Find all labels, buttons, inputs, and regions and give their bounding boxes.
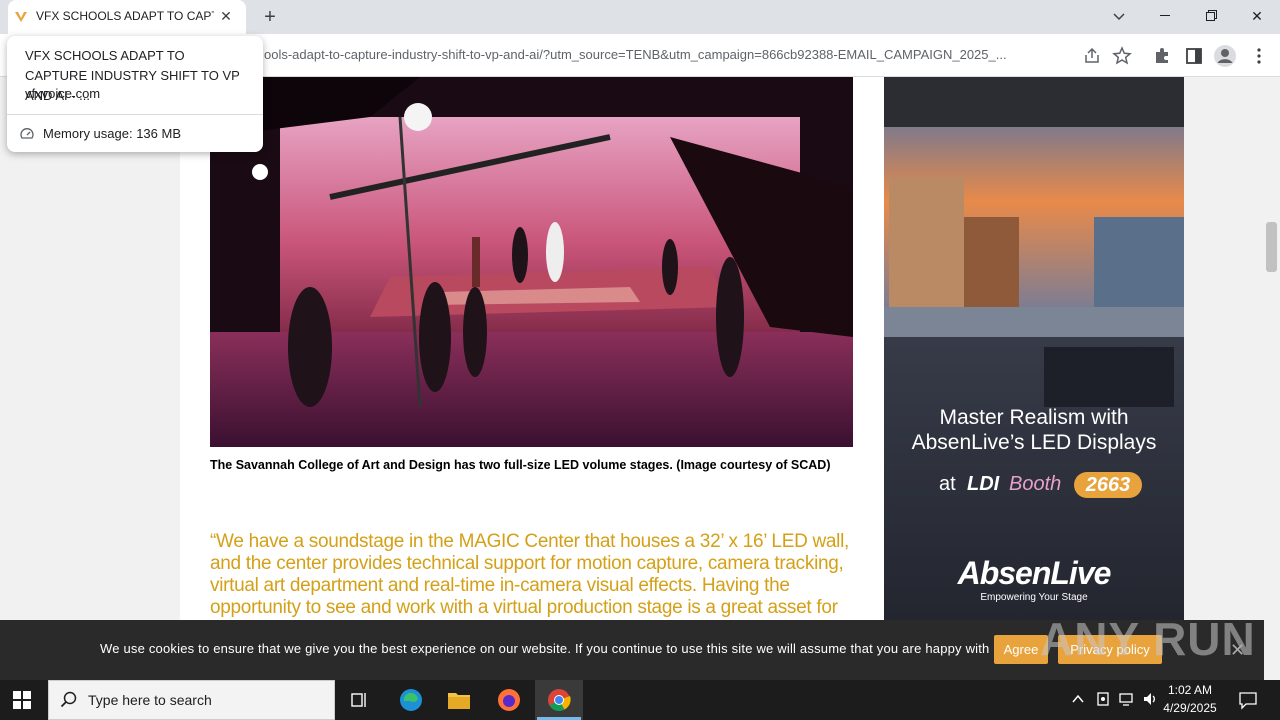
bookmark-star-icon[interactable] (1110, 44, 1134, 68)
search-icon (60, 691, 78, 709)
scrollbar-thumb[interactable] (1266, 222, 1277, 272)
minimize-button[interactable] (1142, 0, 1188, 32)
photo-caption: The Savannah College of Art and Design h… (210, 458, 831, 472)
address-bar[interactable]: ools-adapt-to-capture-industry-shift-to-… (264, 47, 1074, 62)
clock-date[interactable]: 4/29/2025 (1158, 701, 1222, 715)
profile-avatar-icon[interactable] (1213, 44, 1237, 68)
side-panel-icon[interactable] (1182, 44, 1206, 68)
windows-start-icon[interactable] (12, 690, 34, 712)
tab-search-chevron-icon[interactable] (1096, 0, 1142, 32)
tab-close-icon[interactable]: ✕ (217, 7, 235, 25)
ad-booth-number: 2663 (1074, 472, 1142, 498)
ad-headline: Master Realism with AbsenLive’s LED Disp… (884, 405, 1184, 455)
new-tab-button[interactable]: + (258, 5, 282, 29)
task-view-icon[interactable] (350, 690, 370, 710)
restore-button[interactable] (1188, 0, 1234, 32)
tray-device-icon[interactable] (1095, 691, 1111, 707)
file-explorer-icon[interactable] (447, 689, 471, 711)
cookie-close-icon[interactable]: ✕ (1230, 640, 1245, 661)
clock-time[interactable]: 1:02 AM (1158, 683, 1222, 697)
ad-headline-line-1: Master Realism with (939, 406, 1129, 429)
page-scrollbar[interactable] (1264, 77, 1280, 680)
ad-at: at (939, 473, 956, 495)
taskbar-search-placeholder: Type here to search (88, 692, 212, 708)
ad-booth-line: at LDI Booth 2663 (939, 472, 1142, 498)
led-stage-photo (210, 77, 853, 447)
absenlive-logo: AbsenLive (957, 555, 1112, 591)
ad-booth: Booth (1009, 473, 1062, 495)
firefox-icon[interactable] (496, 687, 522, 713)
hover-card-memory: Memory usage: 136 MB (43, 126, 182, 141)
memory-gauge-icon (20, 127, 34, 141)
tab-title: VFX SCHOOLS ADAPT TO CAPTURE (36, 9, 214, 23)
ad-headline-line-2: AbsenLive’s LED Displays (911, 431, 1157, 454)
notification-center-icon[interactable] (1238, 690, 1258, 710)
anyrun-watermark: ANY RUN (1040, 613, 1256, 665)
network-icon[interactable] (1118, 691, 1136, 707)
vfx-favicon-icon (14, 10, 28, 24)
hover-card-domain: vfxvoice.com (25, 86, 101, 101)
cookie-text: We use cookies to ensure that we give yo… (100, 641, 1005, 656)
share-icon[interactable] (1080, 44, 1104, 68)
chrome-icon (546, 687, 572, 713)
ad-tagline: Empowering Your Stage (980, 592, 1088, 603)
ad-ldi: LDI (967, 473, 1000, 495)
menu-kebab-icon[interactable] (1247, 44, 1271, 68)
close-window-button[interactable]: ✕ (1234, 0, 1280, 32)
tray-chevron-up-icon[interactable] (1071, 692, 1085, 706)
extensions-puzzle-icon[interactable] (1150, 44, 1174, 68)
hover-card-divider (7, 114, 263, 115)
edge-icon[interactable] (398, 687, 424, 713)
absenlive-ad[interactable]: Master Realism with AbsenLive’s LED Disp… (884, 77, 1184, 620)
